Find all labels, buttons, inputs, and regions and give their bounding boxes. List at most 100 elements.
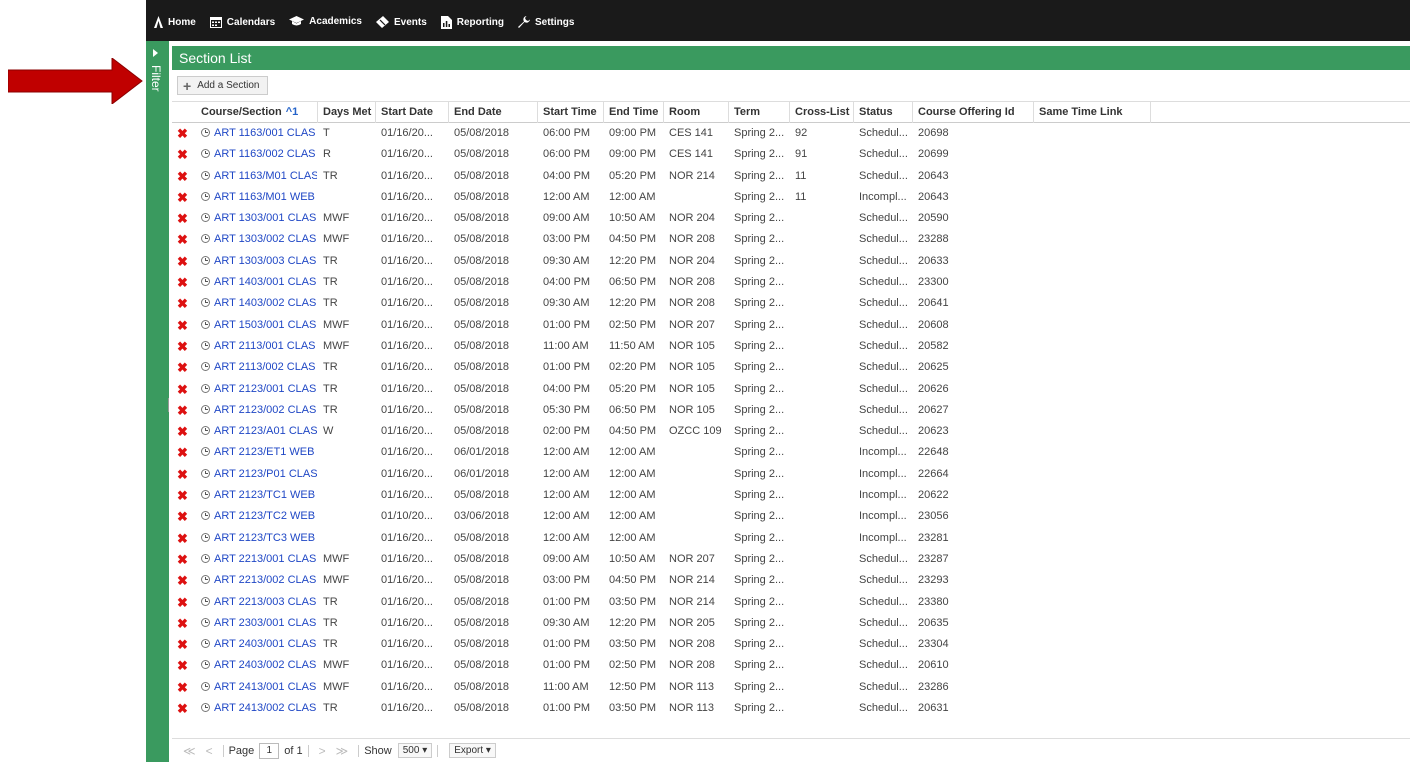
course-section-link[interactable]: ART 2123/P01 CLAS [214, 468, 317, 480]
delete-icon[interactable]: ✖ [177, 296, 188, 312]
delete-icon[interactable]: ✖ [177, 275, 188, 291]
delete-icon[interactable]: ✖ [177, 509, 188, 525]
delete-icon[interactable]: ✖ [177, 169, 188, 185]
delete-icon[interactable]: ✖ [177, 680, 188, 696]
course-section-link[interactable]: ART 2123/TC2 WEB [214, 510, 315, 522]
cell-course-section[interactable]: ART 2123/P01 CLAS [201, 464, 317, 485]
delete-icon[interactable]: ✖ [177, 126, 188, 142]
course-section-link[interactable]: ART 2123/001 CLAS [214, 383, 316, 395]
course-section-link[interactable]: ART 2123/A01 CLAS [214, 425, 317, 437]
cell-course-section[interactable]: ART 2123/ET1 WEB [201, 442, 317, 463]
course-section-link[interactable]: ART 2123/TC3 WEB [214, 532, 315, 544]
column-header-course-section[interactable]: Course/Section ^1 [196, 102, 318, 123]
column-header-end-date[interactable]: End Date [449, 102, 538, 123]
prev-page-icon[interactable]: < [206, 744, 213, 758]
table-row[interactable]: ✖ ART 1403/001 CLAS TR 01/16/20... 05/08/201… [172, 272, 1410, 293]
cell-course-section[interactable]: ART 2413/001 CLAS [201, 677, 317, 698]
filter-panel-toggle[interactable]: Filter [146, 41, 169, 762]
expand-arrow-icon[interactable] [153, 49, 158, 57]
delete-icon[interactable]: ✖ [177, 616, 188, 632]
column-header-status[interactable]: Status [854, 102, 913, 123]
delete-icon[interactable]: ✖ [177, 318, 188, 334]
table-row[interactable]: ✖ ART 1163/M01 CLAS TR 01/16/20... 05/08/201… [172, 166, 1410, 187]
course-section-link[interactable]: ART 1163/002 CLAS [214, 148, 316, 160]
delete-icon[interactable]: ✖ [177, 424, 188, 440]
course-section-link[interactable]: ART 1303/001 CLAS [214, 212, 316, 224]
cell-course-section[interactable]: ART 2123/TC2 WEB [201, 506, 317, 527]
cell-course-section[interactable]: ART 2413/002 CLAS [201, 698, 317, 719]
table-row[interactable]: ✖ ART 2403/002 CLAS MWF 01/16/20... 05/08/20… [172, 655, 1410, 676]
cell-course-section[interactable]: ART 1403/001 CLAS [201, 272, 317, 293]
delete-icon[interactable]: ✖ [177, 637, 188, 653]
cell-course-section[interactable]: ART 1503/001 CLAS [201, 315, 317, 336]
course-section-link[interactable]: ART 1163/M01 CLAS [214, 170, 317, 182]
table-row[interactable]: ✖ ART 2413/001 CLAS MWF 01/16/20... 05/08/20… [172, 677, 1410, 698]
table-row[interactable]: ✖ ART 1303/001 CLAS MWF 01/16/20... 05/08/20… [172, 208, 1410, 229]
cell-course-section[interactable]: ART 2123/A01 CLAS [201, 421, 317, 442]
column-header-start-time[interactable]: Start Time [538, 102, 604, 123]
delete-icon[interactable]: ✖ [177, 445, 188, 461]
cell-course-section[interactable]: ART 2113/001 CLAS [201, 336, 317, 357]
cell-course-section[interactable]: ART 2213/003 CLAS [201, 592, 317, 613]
table-row[interactable]: ✖ ART 2123/A01 CLAS W 01/16/20... 05/08/2018… [172, 421, 1410, 442]
course-section-link[interactable]: ART 2413/002 CLAS [214, 702, 316, 714]
table-row[interactable]: ✖ ART 1303/002 CLAS MWF 01/16/20... 05/08/20… [172, 229, 1410, 250]
last-page-icon[interactable]: ≫ [336, 744, 349, 758]
table-row[interactable]: ✖ ART 1303/003 CLAS TR 01/16/20... 05/08/201… [172, 251, 1410, 272]
course-section-link[interactable]: ART 1303/003 CLAS [214, 255, 316, 267]
column-header-end-time[interactable]: End Time [604, 102, 664, 123]
export-dropdown[interactable]: Export ▾ [449, 743, 496, 758]
course-section-link[interactable]: ART 1163/001 CLAS [214, 127, 316, 139]
cell-course-section[interactable]: ART 1163/001 CLAS [201, 123, 317, 144]
page-size-select[interactable]: 500 ▾ [397, 743, 433, 758]
delete-icon[interactable]: ✖ [177, 147, 188, 163]
cell-course-section[interactable]: ART 2213/001 CLAS [201, 549, 317, 570]
table-row[interactable]: ✖ ART 2113/001 CLAS MWF 01/16/20... 05/08/20… [172, 336, 1410, 357]
nav-item-settings[interactable]: Settings [517, 16, 574, 28]
course-section-link[interactable]: ART 1403/001 CLAS [214, 276, 316, 288]
filter-label[interactable]: Filter [149, 65, 163, 92]
course-section-link[interactable]: ART 2123/TC1 WEB [214, 489, 315, 501]
delete-icon[interactable]: ✖ [177, 467, 188, 483]
nav-item-home[interactable]: Home [154, 16, 196, 28]
delete-icon[interactable]: ✖ [177, 254, 188, 270]
cell-course-section[interactable]: ART 2303/001 CLAS [201, 613, 317, 634]
delete-icon[interactable]: ✖ [177, 573, 188, 589]
nav-item-events[interactable]: Events [375, 16, 427, 28]
delete-icon[interactable]: ✖ [177, 658, 188, 674]
table-row[interactable]: ✖ ART 2213/003 CLAS TR 01/16/20... 05/08/201… [172, 592, 1410, 613]
nav-item-reporting[interactable]: Reporting [440, 16, 504, 29]
delete-icon[interactable]: ✖ [177, 701, 188, 717]
next-page-icon[interactable]: > [319, 744, 326, 758]
cell-course-section[interactable]: ART 2123/TC3 WEB [201, 528, 317, 549]
cell-course-section[interactable]: ART 2113/002 CLAS [201, 357, 317, 378]
cell-course-section[interactable]: ART 1303/002 CLAS [201, 229, 317, 250]
cell-course-section[interactable]: ART 2403/001 CLAS [201, 634, 317, 655]
nav-item-calendars[interactable]: Calendars [209, 16, 275, 28]
table-row[interactable]: ✖ ART 2213/001 CLAS MWF 01/16/20... 05/08/20… [172, 549, 1410, 570]
course-section-link[interactable]: ART 2213/002 CLAS [214, 574, 316, 586]
delete-icon[interactable]: ✖ [177, 488, 188, 504]
column-header-term[interactable]: Term [729, 102, 790, 123]
table-row[interactable]: ✖ ART 2123/TC2 WEB 01/10/20... 03/06/2018 12… [172, 506, 1410, 527]
table-row[interactable]: ✖ ART 1503/001 CLAS MWF 01/16/20... 05/08/20… [172, 315, 1410, 336]
course-section-link[interactable]: ART 2123/002 CLAS [214, 404, 316, 416]
column-header-room[interactable]: Room [664, 102, 729, 123]
table-row[interactable]: ✖ ART 2123/TC3 WEB 01/16/20... 05/08/2018 12… [172, 528, 1410, 549]
course-section-link[interactable]: ART 2113/001 CLAS [214, 340, 316, 352]
delete-icon[interactable]: ✖ [177, 190, 188, 206]
column-header-course-offering-id[interactable]: Course Offering Id [913, 102, 1034, 123]
delete-icon[interactable]: ✖ [177, 595, 188, 611]
add-section-button[interactable]: + Add a Section [177, 76, 268, 95]
cell-course-section[interactable]: ART 1303/001 CLAS [201, 208, 317, 229]
nav-item-academics[interactable]: Academics [289, 16, 362, 27]
table-row[interactable]: ✖ ART 2413/002 CLAS TR 01/16/20... 05/08/201… [172, 698, 1410, 719]
course-section-link[interactable]: ART 2413/001 CLAS [214, 681, 316, 693]
delete-icon[interactable]: ✖ [177, 552, 188, 568]
delete-icon[interactable]: ✖ [177, 211, 188, 227]
course-section-link[interactable]: ART 2403/001 CLAS [214, 638, 316, 650]
table-row[interactable]: ✖ ART 2123/ET1 WEB 01/16/20... 06/01/2018 12… [172, 442, 1410, 463]
course-section-link[interactable]: ART 2123/ET1 WEB [214, 446, 314, 458]
cell-course-section[interactable]: ART 2123/002 CLAS [201, 400, 317, 421]
table-row[interactable]: ✖ ART 2113/002 CLAS TR 01/16/20... 05/08/201… [172, 357, 1410, 378]
